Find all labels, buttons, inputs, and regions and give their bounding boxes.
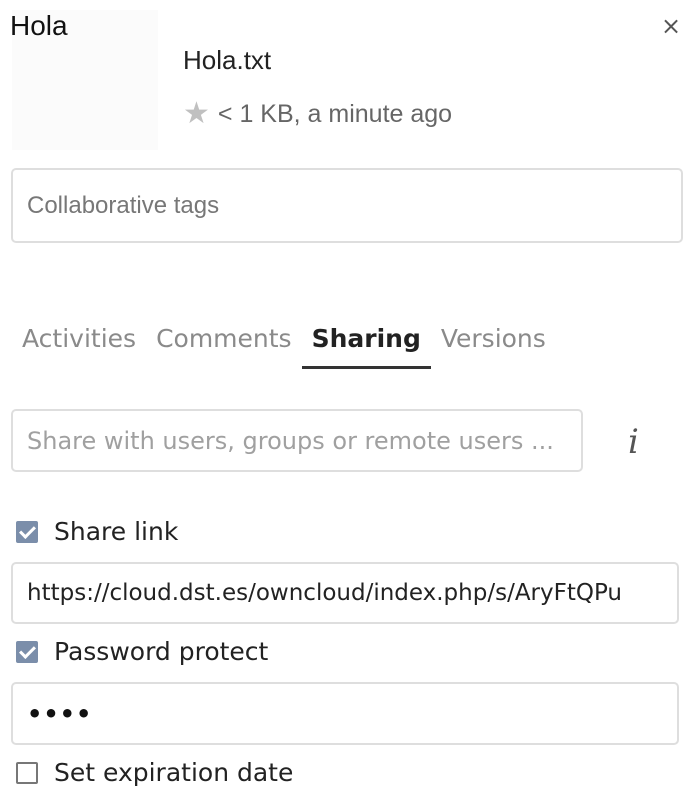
tab-activities[interactable]: Activities <box>22 324 136 367</box>
password-protect-label[interactable]: Password protect <box>54 637 268 666</box>
close-icon[interactable]: × <box>661 14 681 38</box>
share-with-placeholder: Share with users, groups or remote users… <box>27 426 554 455</box>
info-icon[interactable]: i <box>628 422 639 462</box>
share-link-checkbox[interactable] <box>16 520 38 543</box>
collaborative-tags-placeholder: Collaborative tags <box>27 191 220 219</box>
password-field[interactable]: •••• <box>11 682 679 745</box>
tab-sharing[interactable]: Sharing <box>301 324 432 369</box>
expiration-date-checkbox[interactable] <box>16 761 38 784</box>
expiration-date-row: Set expiration date <box>16 758 293 787</box>
tab-versions[interactable]: Versions <box>441 324 546 367</box>
share-link-field[interactable]: https://cloud.dst.es/owncloud/index.php/… <box>11 562 679 624</box>
panel-title: Hola <box>10 10 68 41</box>
share-link-label[interactable]: Share link <box>54 517 178 546</box>
file-name: Hola.txt <box>183 45 272 75</box>
collaborative-tags-input[interactable]: Collaborative tags <box>11 168 683 243</box>
file-meta: ★ < 1 KB, a minute ago <box>183 99 452 129</box>
tab-bar: Activities Comments Sharing Versions <box>22 324 566 369</box>
star-icon[interactable]: ★ <box>183 99 210 129</box>
password-protect-checkbox[interactable] <box>16 640 38 663</box>
password-protect-row: Password protect <box>16 637 268 666</box>
file-size-time: < 1 KB, a minute ago <box>217 99 453 128</box>
expiration-date-label[interactable]: Set expiration date <box>54 758 293 787</box>
password-value: •••• <box>27 699 93 728</box>
share-link-url: https://cloud.dst.es/owncloud/index.php/… <box>27 580 623 606</box>
share-with-input[interactable]: Share with users, groups or remote users… <box>11 409 583 472</box>
tab-comments[interactable]: Comments <box>156 324 292 367</box>
share-link-row: Share link <box>16 517 178 546</box>
